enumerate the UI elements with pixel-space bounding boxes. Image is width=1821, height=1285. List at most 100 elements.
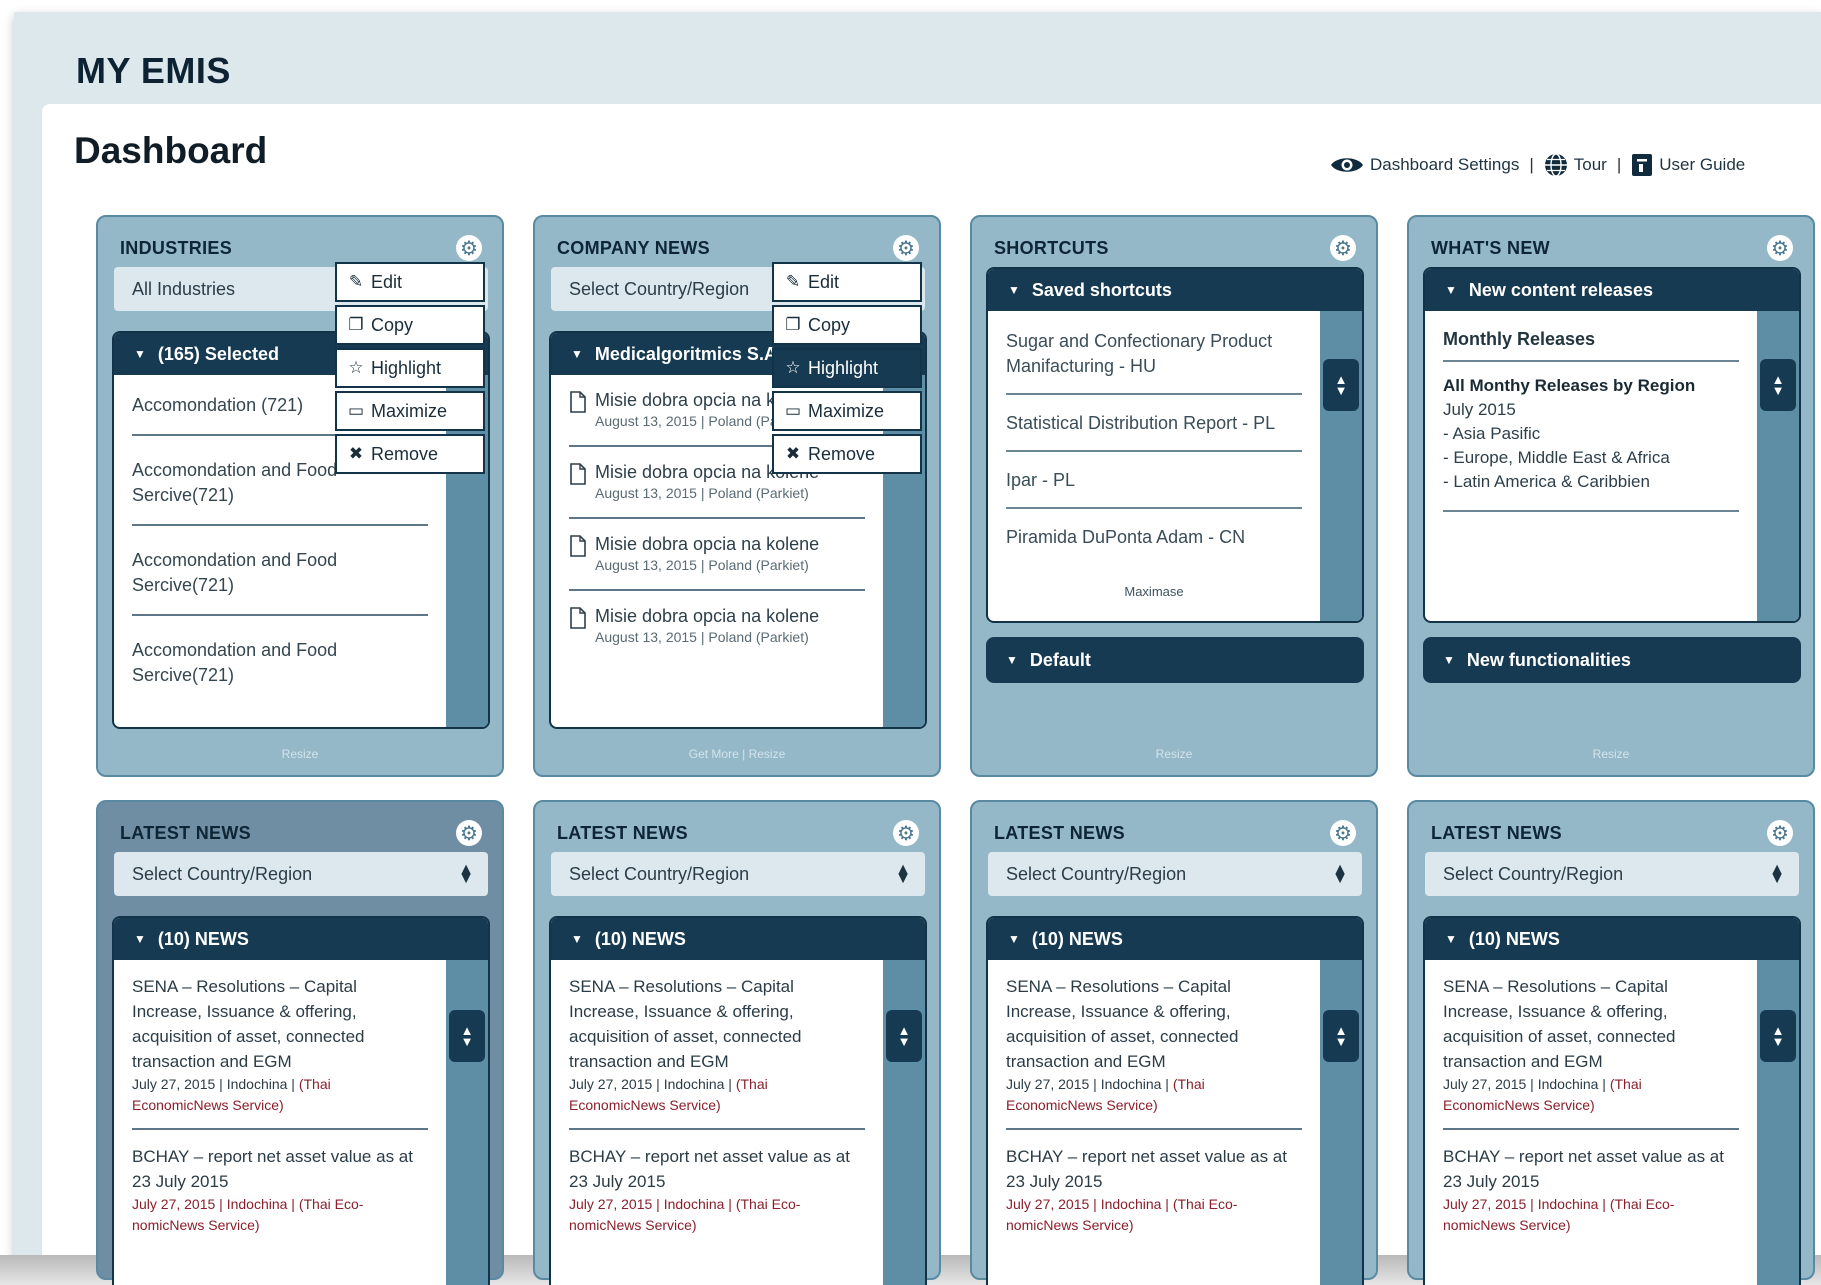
scrollbar[interactable]: ▲ ▼: [1320, 960, 1362, 1285]
widget-header: COMPANY NEWS ⚙: [557, 233, 919, 263]
news-date-region: July 27, 2015 | Indochina |: [569, 1076, 736, 1092]
gear-icon[interactable]: ⚙: [456, 820, 482, 846]
menu-item-maximize[interactable]: ▭ Maximize: [335, 391, 485, 431]
tour-link[interactable]: Tour: [1544, 153, 1607, 177]
gear-icon[interactable]: ⚙: [456, 235, 482, 261]
list-item[interactable]: BCHAY – report net asset value as at 23 …: [569, 1130, 865, 1248]
gear-icon[interactable]: ⚙: [1330, 235, 1356, 261]
news-meta: July 27, 2015 | Indochina | (Thai Econom…: [132, 1074, 428, 1116]
gear-icon[interactable]: ⚙: [893, 820, 919, 846]
latest-news-widget: LATEST NEWS ⚙ Select Country/Region ▲ ▼ ▼…: [96, 800, 504, 1285]
release-block[interactable]: All Monthy Releases by Region July 2015 …: [1443, 362, 1739, 512]
menu-item-remove[interactable]: ✖ Remove: [772, 434, 922, 474]
select-value: Select Country/Region: [1443, 863, 1624, 884]
menu-item-copy[interactable]: ❐ Copy: [335, 305, 485, 345]
country-region-select[interactable]: Select Country/Region ▲ ▼: [551, 852, 925, 896]
list-item[interactable]: Accomondation and Food Sercive(721): [132, 616, 428, 704]
country-region-select[interactable]: Select Country/Region ▲ ▼: [988, 852, 1362, 896]
list-item[interactable]: BCHAY – report net asset value as at 23 …: [132, 1130, 428, 1248]
country-region-select[interactable]: Select Country/Region ▲ ▼: [1425, 852, 1799, 896]
scrollbar[interactable]: ▲ ▼: [1320, 311, 1362, 621]
country-region-select[interactable]: Select Country/Region ▲ ▼: [114, 852, 488, 896]
news-title: BCHAY – report net asset value as at 23 …: [569, 1147, 850, 1191]
scroll-handle[interactable]: ▲ ▼: [886, 1010, 922, 1062]
widget-header: LATEST NEWS ⚙: [557, 818, 919, 848]
list-item[interactable]: Misie dobra opcia na kolene August 13, 20…: [569, 591, 865, 661]
menu-item-edit[interactable]: ✎ Edit: [335, 262, 485, 302]
gear-icon[interactable]: ⚙: [1767, 820, 1793, 846]
menu-item-remove[interactable]: ✖ Remove: [335, 434, 485, 474]
monthly-releases-link[interactable]: Monthly Releases: [1443, 311, 1739, 362]
scroll-handle[interactable]: ▲ ▼: [1760, 359, 1796, 411]
list-item[interactable]: SENA – Resolutions – Capital Increase, I…: [1006, 960, 1302, 1130]
shortcut-item[interactable]: Ipar - PL: [1006, 452, 1302, 509]
resize-link[interactable]: Resize: [282, 747, 319, 761]
scroll-handle[interactable]: ▲ ▼: [449, 1010, 485, 1062]
shortcut-item[interactable]: Piramida DuPonta Adam - CN: [1006, 509, 1302, 564]
list-item[interactable]: SENA – Resolutions – Capital Increase, I…: [1443, 960, 1739, 1130]
user-guide-link[interactable]: User Guide: [1631, 153, 1745, 177]
menu-item-label: Copy: [371, 314, 414, 335]
panel-title: (10) NEWS: [1031, 928, 1123, 949]
menu-item-label: Edit: [808, 271, 840, 292]
list-item[interactable]: Accomondation and Food Sercive(721): [132, 526, 428, 616]
shortcut-item[interactable]: Statistical Distribution Report - PL: [1006, 395, 1302, 452]
scrollbar[interactable]: ▲ ▼: [446, 960, 488, 1285]
caret-down-icon: ▼: [134, 932, 146, 946]
scrollbar[interactable]: ▲ ▼: [1757, 311, 1799, 621]
shortcut-item[interactable]: Sugar and Confectionary Product Manifact…: [1006, 311, 1302, 395]
new-functionalities-header[interactable]: ▼ New functionalities: [1423, 637, 1801, 683]
document-icon: [570, 391, 586, 413]
default-section-header[interactable]: ▼ Default: [986, 637, 1364, 683]
maximise-link[interactable]: Maximase: [1006, 584, 1302, 599]
caret-down-icon: ▼: [1445, 932, 1457, 946]
dashboard-settings-link[interactable]: Dashboard Settings: [1330, 155, 1519, 175]
list-item[interactable]: BCHAY – report net asset value as at 23 …: [1443, 1130, 1739, 1248]
resize-link[interactable]: Resize: [749, 747, 786, 761]
caret-down-icon: ▼: [1008, 283, 1020, 297]
caret-down-icon: ▼: [134, 347, 146, 361]
pencil-icon: ✎: [785, 272, 801, 291]
menu-item-highlight[interactable]: ☆ Highlight: [772, 348, 922, 388]
panel-header[interactable]: ▼ Saved shortcuts: [988, 269, 1362, 311]
toolbar-separator: |: [1529, 155, 1534, 174]
menu-item-edit[interactable]: ✎ Edit: [772, 262, 922, 302]
shortcuts-list: Sugar and Confectionary Product Manifact…: [988, 311, 1320, 621]
panel-header[interactable]: ▼ (10) NEWS: [1425, 918, 1799, 960]
resize-link[interactable]: Resize: [1593, 747, 1630, 761]
resize-link[interactable]: Resize: [1156, 747, 1193, 761]
panel-header[interactable]: ▼ New content releases: [1425, 269, 1799, 311]
news-meta: July 27, 2015 | Indochina | (Thai Eco-no…: [569, 1194, 865, 1236]
gear-icon[interactable]: ⚙: [1767, 235, 1793, 261]
panel-header[interactable]: ▼ (10) NEWS: [988, 918, 1362, 960]
widget-header: INDUSTRIES ⚙: [120, 233, 482, 263]
news-panel: ▼ (10) NEWS SENA – Resolutions – Capital…: [986, 916, 1364, 1285]
menu-item-label: Remove: [808, 443, 876, 464]
scroll-handle[interactable]: ▲ ▼: [1323, 1010, 1359, 1062]
news-meta: July 27, 2015 | Indochina | (Thai Eco-no…: [132, 1194, 428, 1236]
menu-item-label: Remove: [371, 443, 439, 464]
star-icon: ☆: [348, 358, 364, 377]
get-more-link[interactable]: Get More: [689, 747, 739, 761]
panel-header[interactable]: ▼ (10) NEWS: [114, 918, 488, 960]
scrollbar[interactable]: ▲ ▼: [883, 960, 925, 1285]
scrollbar[interactable]: ▲ ▼: [1757, 960, 1799, 1285]
select-value: Select Country/Region: [569, 863, 750, 884]
gear-icon[interactable]: ⚙: [893, 235, 919, 261]
menu-item-highlight[interactable]: ☆ Highlight: [335, 348, 485, 388]
menu-item-maximize[interactable]: ▭ Maximize: [772, 391, 922, 431]
list-item[interactable]: SENA – Resolutions – Capital Increase, I…: [132, 960, 428, 1130]
list-item[interactable]: Misie dobra opcia na kolene August 13, 20…: [569, 519, 865, 591]
scroll-handle[interactable]: ▲ ▼: [1760, 1010, 1796, 1062]
gear-icon[interactable]: ⚙: [1330, 820, 1356, 846]
list-item[interactable]: SENA – Resolutions – Capital Increase, I…: [569, 960, 865, 1130]
menu-item-copy[interactable]: ❐ Copy: [772, 305, 922, 345]
select-arrows-icon: ▲ ▼: [895, 861, 911, 887]
release-block-title: All Monthy Releases by Region: [1443, 376, 1696, 395]
page-title: Dashboard: [74, 130, 268, 171]
panel-header[interactable]: ▼ (10) NEWS: [551, 918, 925, 960]
list-item[interactable]: BCHAY – report net asset value as at 23 …: [1006, 1130, 1302, 1248]
footer-separator: |: [742, 747, 746, 761]
scroll-handle[interactable]: ▲ ▼: [1323, 359, 1359, 411]
news-panel: ▼ (10) NEWS SENA – Resolutions – Capital…: [112, 916, 490, 1285]
